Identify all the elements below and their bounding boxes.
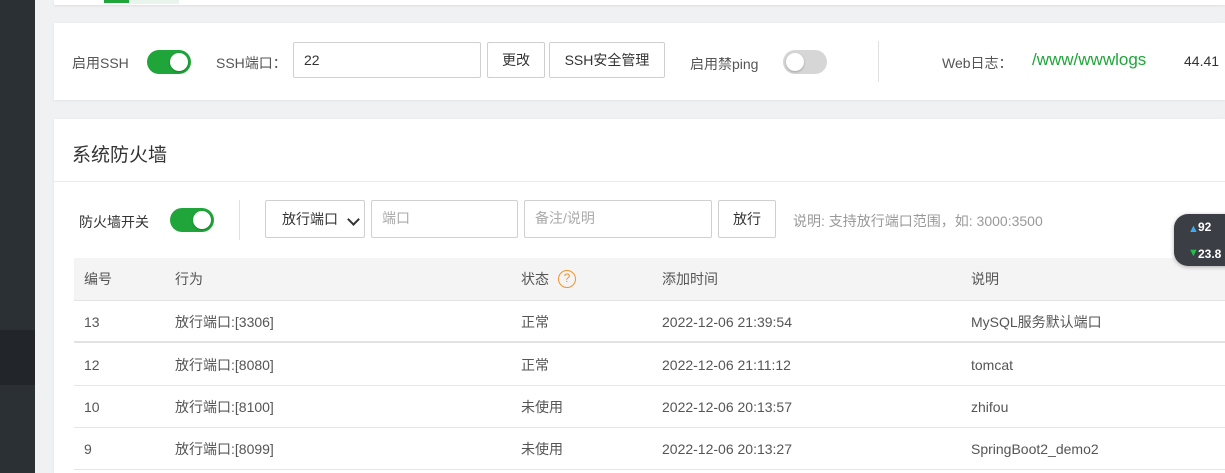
toggle-knob (786, 53, 804, 71)
port-range-hint: 说明: 支持放行端口范围，如: 3000:3500 (793, 213, 1043, 229)
web-log-path-link[interactable]: /www/wwwlogs (1032, 50, 1146, 70)
download-speed: 23.8 (1198, 247, 1222, 261)
cell-desc: MySQL服务默认端口 (971, 314, 1102, 330)
web-log-label: Web日志： (942, 55, 1013, 71)
cell-action: 放行端口:[8099] (175, 441, 274, 457)
divider (878, 41, 879, 82)
firewall-card: 系统防火墙 防火墙开关 放行端口 端口 备注/说明 放行 说明: 支持放行端口范… (54, 119, 1225, 473)
network-speed-widget[interactable]: ▲ 92 ▼ 23.8 (1174, 214, 1225, 266)
toggle-knob (193, 211, 211, 229)
title-divider (54, 181, 1225, 182)
port-input[interactable]: 端口 (371, 200, 518, 238)
allow-port-button[interactable]: 放行 (718, 200, 776, 238)
table-header: 编号 行为 状态 ? 添加时间 说明 (74, 258, 1225, 301)
firewall-toggle[interactable] (170, 208, 214, 232)
ssh-port-label: SSH端口： (216, 55, 287, 71)
cell-id: 10 (84, 399, 100, 415)
cell-id: 13 (84, 314, 100, 330)
disable-ping-toggle[interactable] (783, 50, 827, 74)
active-tab-indicator[interactable] (104, 0, 129, 3)
rule-type-select[interactable]: 放行端口 (265, 200, 365, 238)
cell-action: 放行端口:[3306] (175, 314, 274, 330)
left-sidebar (0, 0, 35, 473)
ssh-port-input[interactable]: 22 (293, 42, 481, 78)
rule-type-value: 放行端口 (282, 211, 338, 227)
change-port-button[interactable]: 更改 (487, 42, 545, 78)
cell-status: 正常 (521, 357, 549, 373)
cell-id: 12 (84, 357, 100, 373)
cell-added: 2022-12-06 20:13:57 (662, 399, 792, 415)
column-header-id[interactable]: 编号 (84, 258, 112, 300)
cell-action: 放行端口:[8080] (175, 357, 274, 373)
remark-input[interactable]: 备注/说明 (524, 200, 712, 238)
toggle-knob (170, 53, 188, 71)
table-row[interactable]: 12 放行端口:[8080] 正常 2022-12-06 21:11:12 to… (74, 344, 1225, 386)
sidebar-active-item[interactable] (0, 330, 35, 385)
column-header-desc[interactable]: 说明 (971, 258, 999, 300)
cell-status: 正常 (521, 314, 549, 330)
firewall-switch-label: 防火墙开关 (79, 214, 149, 230)
ssh-settings-card: 启用SSH SSH端口： 22 更改 SSH安全管理 启用禁ping Web日志… (54, 23, 1225, 100)
cell-desc: SpringBoot2_demo2 (971, 441, 1099, 457)
status-help-icon[interactable]: ? (558, 270, 576, 288)
web-log-size: 44.41 (1184, 53, 1220, 69)
cell-desc: tomcat (971, 357, 1014, 373)
table-row[interactable]: 9 放行端口:[8099] 未使用 2022-12-06 20:13:27 Sp… (74, 428, 1225, 470)
enable-ssh-toggle[interactable] (147, 50, 191, 74)
table-row[interactable]: 10 放行端口:[8100] 未使用 2022-12-06 20:13:57 z… (74, 386, 1225, 428)
firewall-title: 系统防火墙 (72, 145, 168, 166)
cell-added: 2022-12-06 21:11:12 (662, 357, 791, 373)
cell-action: 放行端口:[8100] (175, 399, 274, 415)
top-tabs-card (54, 0, 1225, 5)
cell-id: 9 (84, 441, 92, 457)
cell-status: 未使用 (521, 441, 563, 457)
enable-ssh-label: 启用SSH (72, 55, 129, 71)
table-row[interactable]: 13 放行端口:[3306] 正常 2022-12-06 21:39:54 My… (74, 301, 1225, 343)
column-header-action[interactable]: 行为 (175, 258, 203, 300)
divider (239, 200, 240, 240)
chevron-down-icon (347, 213, 360, 226)
column-header-status[interactable]: 状态 (521, 258, 549, 300)
disable-ping-label: 启用禁ping (690, 56, 759, 72)
cell-added: 2022-12-06 20:13:27 (662, 441, 792, 457)
ssh-security-button[interactable]: SSH安全管理 (549, 42, 665, 78)
cell-desc: zhifou (971, 399, 1009, 415)
tab-highlight[interactable] (129, 0, 179, 4)
cell-status: 未使用 (521, 399, 563, 415)
column-header-added[interactable]: 添加时间 (662, 258, 718, 300)
upload-speed: 92 (1198, 220, 1212, 234)
cell-added: 2022-12-06 21:39:54 (662, 314, 792, 330)
